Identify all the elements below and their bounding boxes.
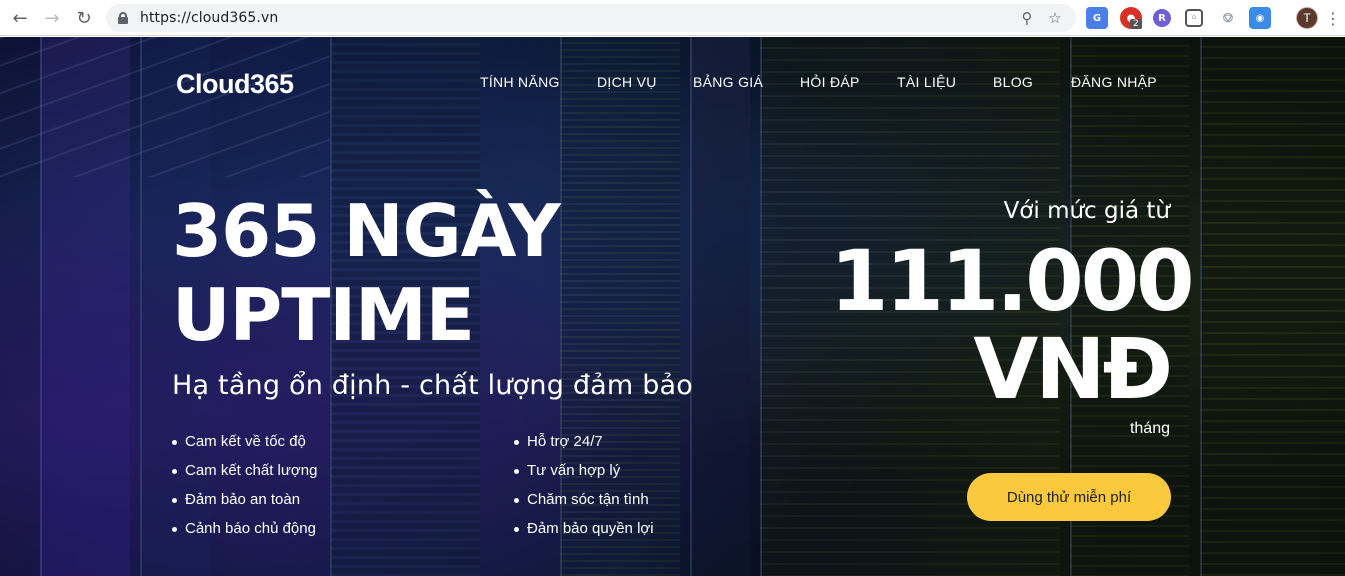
zoom-icon[interactable]: ⚲: [1016, 7, 1038, 29]
price-currency: VNĐ: [973, 320, 1173, 418]
reload-icon[interactable]: ↻: [72, 6, 96, 30]
nav-dich-vu[interactable]: DỊCH VỤ: [597, 74, 657, 90]
lock-icon[interactable]: [118, 12, 128, 24]
url-text[interactable]: https://cloud365.vn: [140, 10, 278, 26]
hero-headline: 365 NGÀY UPTIME: [172, 189, 561, 357]
globe-extension-icon[interactable]: ◉: [1249, 7, 1271, 29]
browser-toolbar: ← → ↻ https://cloud365.vn ⚲ ☆ G ● 2 R ◦ …: [0, 0, 1345, 36]
translate-extension-icon[interactable]: G: [1086, 7, 1108, 29]
hero-section: Cloud365 TÍNH NĂNG DỊCH VỤ BẢNG GIÁ HỎI …: [0, 37, 1345, 576]
features-list-right: Hỗ trợ 24/7 Tư vấn hợp lý Chăm sóc tận t…: [514, 432, 654, 548]
nav-hoi-dap[interactable]: HỎI ĐÁP: [800, 74, 860, 90]
nav-tai-lieu[interactable]: TÀI LIỆU: [897, 74, 956, 90]
headline-line-2: UPTIME: [172, 273, 475, 357]
feature-item: Chăm sóc tận tình: [514, 490, 654, 519]
extension-badge-count: 2: [1130, 19, 1142, 29]
price-period: tháng: [1129, 420, 1170, 437]
free-trial-button[interactable]: Dùng thử miễn phí: [967, 473, 1171, 521]
feature-item: Cảnh báo chủ động: [172, 519, 317, 548]
feature-item: Cam kết về tốc độ: [172, 432, 317, 461]
price-intro: Với mức giá từ: [1003, 198, 1170, 224]
feature-item: Đảm bảo quyền lợi: [514, 519, 654, 548]
feature-item: Cam kết chất lượng: [172, 461, 317, 490]
star-icon[interactable]: ☆: [1044, 7, 1066, 29]
forward-arrow-icon[interactable]: →: [40, 6, 64, 30]
hero-subheadline: Hạ tầng ổn định - chất lượng đảm bảo: [172, 370, 693, 401]
nav-dang-nhap[interactable]: ĐĂNG NHẬP: [1071, 74, 1157, 90]
price-amount: 111.000: [830, 232, 1195, 330]
nav-tinh-nang[interactable]: TÍNH NĂNG: [480, 74, 560, 90]
price-display: 111.000 VNĐ: [830, 232, 1195, 418]
more-vert-icon[interactable]: ⋮: [1325, 6, 1341, 30]
ghost-extension-icon[interactable]: ⎊: [1217, 7, 1239, 29]
profile-avatar[interactable]: T: [1296, 7, 1318, 29]
bulb-extension-icon[interactable]: ◦: [1185, 9, 1203, 27]
feature-item: Hỗ trợ 24/7: [514, 432, 654, 461]
features-list-left: Cam kết về tốc độ Cam kết chất lượng Đảm…: [172, 432, 317, 548]
site-logo[interactable]: Cloud365: [176, 69, 294, 100]
nav-blog[interactable]: BLOG: [993, 74, 1033, 90]
r-extension-icon[interactable]: R: [1153, 9, 1171, 27]
back-arrow-icon[interactable]: ←: [8, 6, 32, 30]
feature-item: Tư vấn hợp lý: [514, 461, 654, 490]
headline-line-1: 365 NGÀY: [172, 189, 561, 273]
feature-item: Đảm bảo an toàn: [172, 490, 317, 519]
address-bar[interactable]: https://cloud365.vn ⚲ ☆: [106, 4, 1076, 32]
nav-bang-gia[interactable]: BẢNG GIÁ: [693, 74, 763, 90]
